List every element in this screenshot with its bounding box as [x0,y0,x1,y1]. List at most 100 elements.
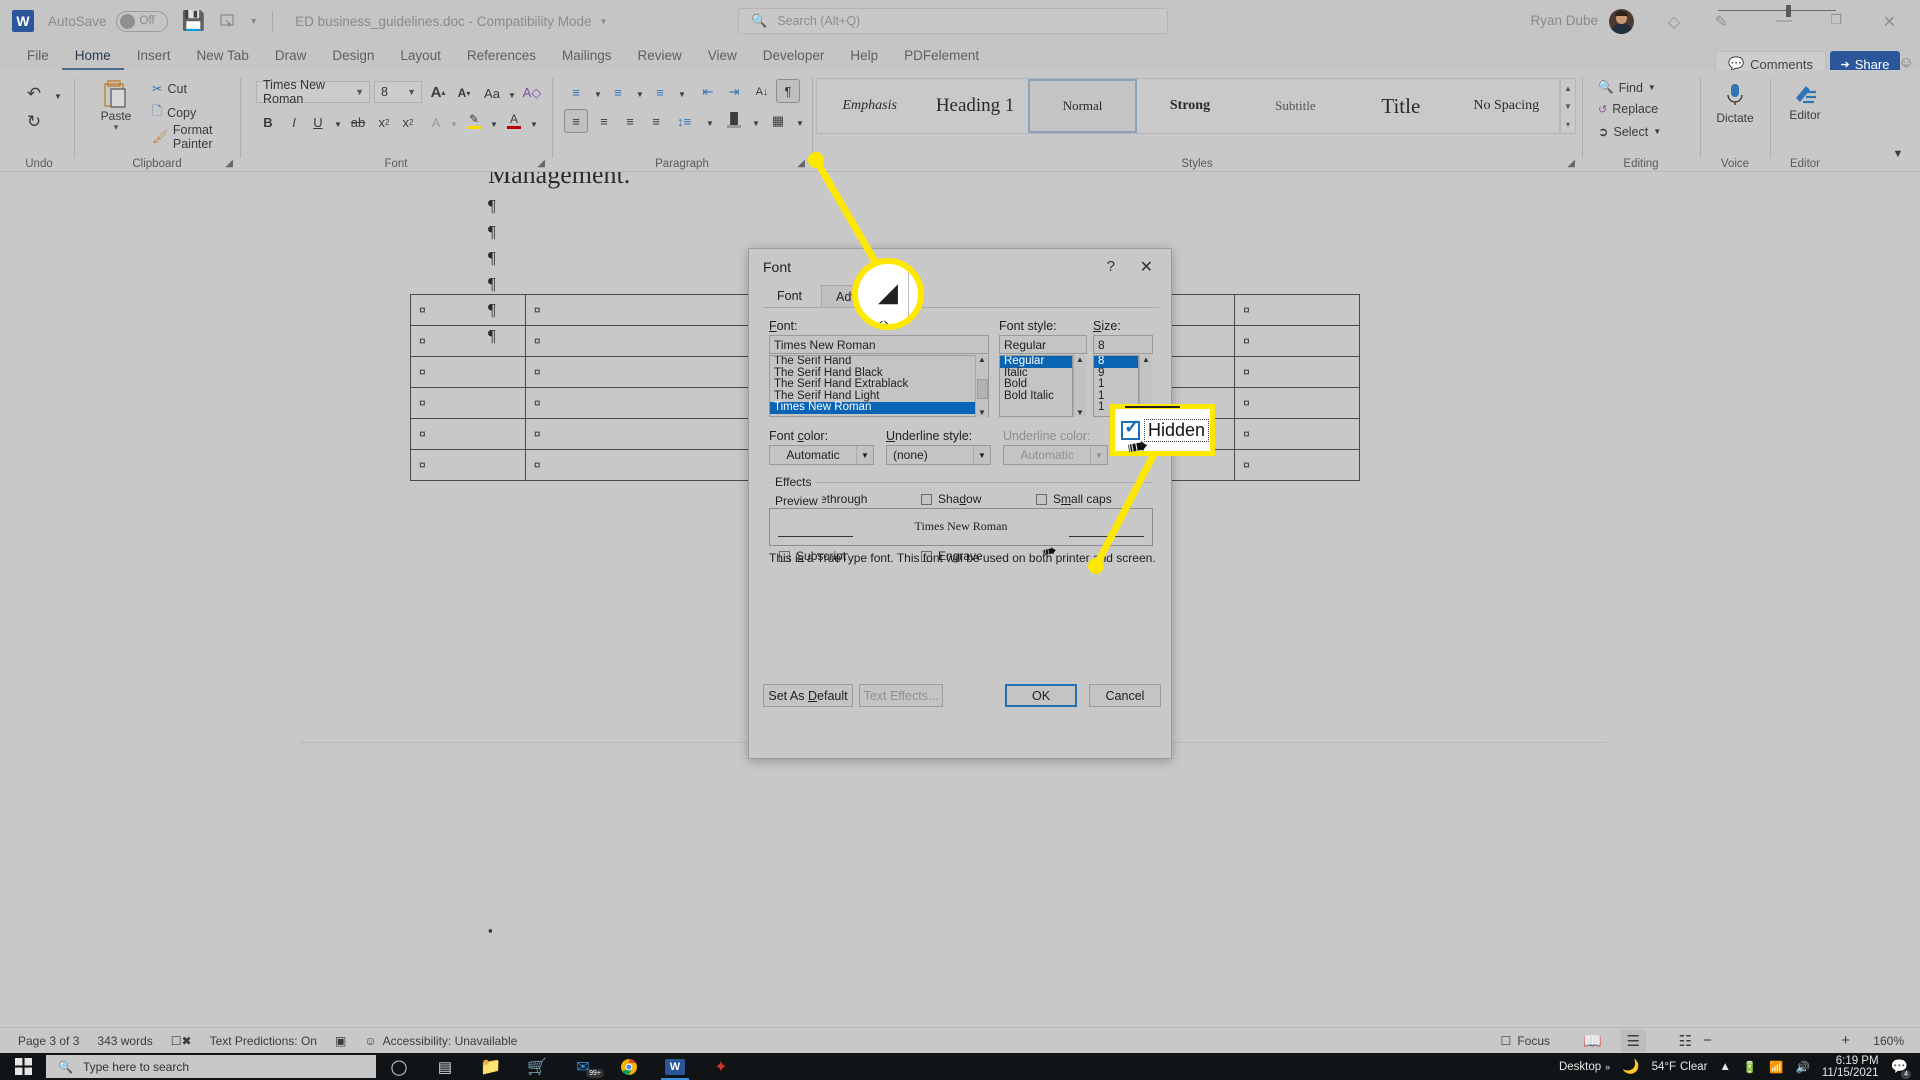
checkbox-icon[interactable] [921,493,932,505]
paste-chevron-down-icon[interactable]: ▼ [88,123,144,132]
font-style-input[interactable]: Regular [999,335,1087,354]
autosave-toggle[interactable]: Off [115,10,168,32]
tab-insert[interactable]: Insert [124,43,184,70]
style-subtitle[interactable]: Subtitle [1243,79,1348,133]
editor-button[interactable]: Editor [1774,82,1836,122]
set-as-default-button[interactable]: Set As Default [763,684,853,707]
tab-help[interactable]: Help [837,43,891,70]
font-list-scrollbar[interactable]: ▲ ▼ [975,355,988,417]
scroll-down-icon[interactable]: ▼ [978,408,986,417]
font-size-input[interactable]: 8 [1093,335,1153,354]
battery-icon[interactable]: 🔋 [1743,1060,1757,1074]
chevron-down-icon[interactable]: ▼ [856,446,873,464]
qat-chevron-down-icon[interactable]: ▼ [249,16,258,26]
align-right-button[interactable]: ≡ [618,109,642,133]
style-title[interactable]: Title [1348,79,1453,133]
volume-icon[interactable]: 🔊 [1796,1060,1810,1074]
select-button[interactable]: ➲ Select ▼ [1598,124,1661,140]
clear-formatting-button[interactable]: A◇ [520,81,544,105]
find-chevron-down-icon[interactable]: ▼ [1648,83,1656,92]
find-button[interactable]: 🔍 Find ▼ [1598,80,1656,95]
undo-dropdown-icon[interactable]: ▼ [46,84,70,108]
word-icon[interactable]: W [652,1053,698,1080]
list-item[interactable]: Bold Italic [1000,390,1072,403]
ok-button[interactable]: OK [1005,684,1077,707]
print-layout-icon[interactable]: ☰ [1620,1029,1646,1052]
superscript-button[interactable]: x2 [396,110,420,134]
pen-sparkle-icon[interactable]: ✎ [1715,12,1728,32]
multilevel-list-button[interactable]: ≡ [648,80,672,104]
table-cell[interactable]: ¤ [410,294,526,326]
word-count[interactable]: 343 words [97,1034,152,1048]
weather-temp[interactable]: 54°F [1652,1061,1676,1073]
shrink-font-button[interactable]: A ▾ [452,81,476,105]
style-normal[interactable]: Normal [1027,79,1138,133]
mail-icon[interactable]: ✉ 99+ [560,1053,606,1080]
taskbar-clock[interactable]: 6:19 PM 11/15/2021 [1822,1055,1879,1079]
read-mode-icon[interactable]: 📖 [1583,1032,1602,1050]
dialog-tab-font[interactable]: Font [763,285,817,308]
table-cell[interactable]: ¤ [410,449,526,481]
line-spacing-chevron-down-icon[interactable]: ▼ [698,111,722,135]
sort-button[interactable]: A↓ [750,80,774,104]
align-left-button[interactable]: ≡ [564,109,588,133]
proofing-errors-icon[interactable]: ☐✖ [171,1034,192,1048]
scroll-down-icon[interactable]: ▼ [1564,102,1572,111]
wifi-icon[interactable]: 📶 [1769,1060,1783,1074]
font-list[interactable]: The Serif Hand The Serif Hand Black The … [769,355,989,417]
table-cell[interactable]: ¤ [410,325,526,357]
font-color-chevron-down-icon[interactable]: ▼ [522,112,546,136]
tab-file[interactable]: File [14,43,62,70]
zoom-level[interactable]: 160% [1873,1034,1904,1048]
microsoft-store-icon[interactable]: 🛒 [514,1053,560,1080]
paragraph-dialog-launcher-icon[interactable]: ◢ [797,158,805,169]
tab-mailings[interactable]: Mailings [549,43,625,70]
underline-style-combo[interactable]: (none) ▼ [886,445,991,465]
styles-dialog-launcher-icon[interactable]: ◢ [1567,158,1575,169]
font-dialog[interactable]: Font ? ✕ Font Advanced Font: Times New R… [748,248,1172,759]
numbering-button[interactable]: ≡ [606,80,630,104]
font-style-list[interactable]: Regular Italic Bold Bold Italic [999,355,1073,417]
focus-mode-button[interactable]: ☐ Focus [1501,1034,1550,1048]
replace-button[interactable]: ↺ Replace [1598,102,1658,116]
page-number[interactable]: Page 3 of 3 [18,1034,79,1048]
chevron-up-icon[interactable]: ▲ [1719,1061,1730,1073]
scroll-up-icon[interactable]: ▲ [1142,355,1150,364]
zoom-out-button[interactable]: − [1703,1032,1712,1049]
checkbox-icon[interactable] [1036,493,1047,505]
decrease-indent-button[interactable]: ⇤ [696,80,720,104]
undo-button[interactable]: ↶ [22,82,46,106]
font-style-scrollbar[interactable]: ▲ ▼ [1073,355,1086,417]
macro-record-icon[interactable]: ▣ [335,1034,346,1048]
help-button[interactable]: ? [1107,258,1115,275]
desktop-label[interactable]: Desktop [1559,1061,1601,1073]
cut-button[interactable]: ✂ Cut [152,81,187,97]
zoom-slider-track[interactable] [1718,10,1836,11]
tab-layout[interactable]: Layout [387,43,454,70]
redo-button[interactable]: ↻ [22,110,46,134]
feedback-smiley-icon[interactable]: ☺ [1899,54,1914,71]
table-cell[interactable]: ¤ [1234,356,1360,388]
font-name-combo[interactable]: Times New Roman ▼ [256,78,370,106]
table-cell[interactable]: ¤ [1234,418,1360,450]
bullets-button[interactable]: ≡ [564,80,588,104]
diamond-icon[interactable]: ◇ [1668,12,1680,32]
multilevel-chevron-down-icon[interactable]: ▼ [670,82,694,106]
shading-chevron-down-icon[interactable]: ▼ [744,111,768,135]
select-chevron-down-icon[interactable]: ▼ [1653,127,1661,136]
grow-font-button[interactable]: A ▴ [426,80,450,104]
italic-button[interactable]: I [282,110,306,134]
list-item-selected[interactable]: Times New Roman [770,401,988,414]
show-formatting-marks-button[interactable]: ¶ [776,79,800,103]
paste-button[interactable]: Paste ▼ [88,78,144,132]
scrollbar-thumb[interactable] [976,379,988,399]
ribbon-collapse-chevron-icon[interactable]: ▼ [1886,142,1910,166]
search-input[interactable]: 🔍 Search (Alt+Q) [738,8,1168,34]
tab-pdfelement[interactable]: PDFelement [891,43,992,70]
chevron-down-icon[interactable]: ▼ [973,446,990,464]
zoom-slider-handle[interactable] [1786,5,1791,17]
zoom-in-button[interactable]: + [1841,1032,1850,1049]
touch-mode-icon[interactable] [219,13,235,29]
tab-new-tab[interactable]: New Tab [184,43,262,70]
justify-button[interactable]: ≡ [644,109,668,133]
